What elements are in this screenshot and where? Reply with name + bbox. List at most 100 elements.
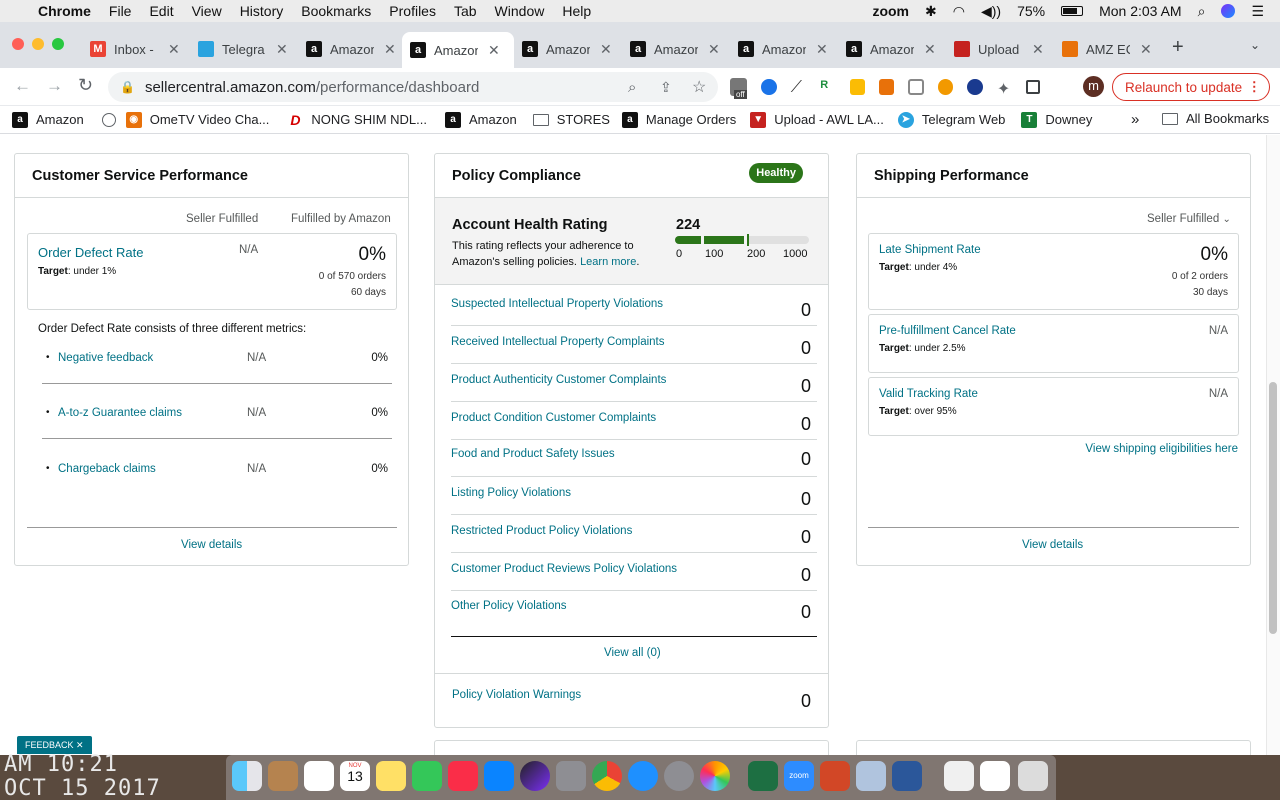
- bookmark-upload-awl[interactable]: ▼ Upload - AWL LA...: [750, 111, 884, 128]
- kebab-menu-icon[interactable]: ⋮: [1248, 79, 1262, 95]
- view-all-policy-link[interactable]: View all (0): [604, 647, 661, 659]
- system-preferences-icon[interactable]: [556, 761, 586, 791]
- bookmark-star-icon[interactable]: ☆: [692, 77, 706, 97]
- excel-icon[interactable]: [748, 761, 778, 791]
- close-icon[interactable]: ✕: [76, 740, 84, 750]
- zoom-app-icon[interactable]: zoom: [784, 761, 814, 791]
- profile-avatar[interactable]: m: [1083, 76, 1104, 97]
- tab-upload[interactable]: Upload ✕: [946, 34, 1054, 64]
- close-window-button[interactable]: [12, 38, 24, 50]
- tab-inbox-[interactable]: M Inbox - ✕: [82, 34, 190, 64]
- menu-file[interactable]: File: [109, 3, 132, 19]
- extension-icon-4[interactable]: R: [820, 79, 835, 95]
- new-tab-button[interactable]: +: [1172, 36, 1184, 59]
- chrome-icon[interactable]: [592, 761, 622, 791]
- policy-row[interactable]: Product Condition Customer Complaints 0: [451, 402, 817, 440]
- reload-icon[interactable]: ↻: [78, 75, 93, 96]
- tab-amazon[interactable]: a Amazon ✕: [730, 34, 838, 64]
- learn-more-link[interactable]: Learn more: [580, 256, 636, 268]
- shipping-eligibilities-link[interactable]: View shipping eligibilities here: [1085, 443, 1238, 455]
- tab-telegra[interactable]: Telegra ✕: [190, 34, 298, 64]
- photos-icon[interactable]: [700, 761, 730, 791]
- menu-history[interactable]: History: [240, 3, 284, 19]
- menu-bookmarks[interactable]: Bookmarks: [301, 3, 371, 19]
- siri-icon[interactable]: [1221, 4, 1236, 18]
- tab-amazon[interactable]: a Amazon ✕: [298, 34, 402, 64]
- tab-close-icon[interactable]: ✕: [708, 41, 720, 58]
- all-bookmarks[interactable]: All Bookmarks: [1162, 111, 1269, 126]
- image-file-icon[interactable]: [980, 761, 1010, 791]
- reminders-icon[interactable]: [304, 761, 334, 791]
- valid-tracking-rate-link[interactable]: Valid Tracking Rate: [879, 388, 978, 400]
- safari-icon[interactable]: [628, 761, 658, 791]
- policy-row[interactable]: Other Policy Violations 0: [451, 591, 817, 637]
- extension-icon-7[interactable]: [908, 79, 925, 95]
- menu-profiles[interactable]: Profiles: [389, 3, 436, 19]
- policy-violation-warnings-link[interactable]: Policy Violation Warnings: [452, 689, 581, 701]
- tab-close-icon[interactable]: ✕: [816, 41, 828, 58]
- tab-amz-ec[interactable]: AMZ EC ✕: [1054, 34, 1162, 64]
- finder-icon[interactable]: [232, 761, 262, 791]
- volume-icon[interactable]: ◀)): [981, 3, 1001, 20]
- order-defect-rate-link[interactable]: Order Defect Rate: [38, 245, 144, 260]
- menu-help[interactable]: Help: [562, 3, 591, 19]
- tab-close-icon[interactable]: ✕: [600, 41, 612, 58]
- menu-tab[interactable]: Tab: [454, 3, 477, 19]
- negative-feedback-link[interactable]: Negative feedback: [58, 352, 153, 364]
- customer-service-view-details-link[interactable]: View details: [181, 539, 242, 551]
- siri-dock-icon[interactable]: [520, 761, 550, 791]
- a-to-z-claims-link[interactable]: A-to-z Guarantee claims: [58, 407, 182, 419]
- zoom-status-label[interactable]: zoom: [872, 3, 909, 19]
- tab-close-icon[interactable]: ✕: [168, 41, 180, 58]
- wifi-icon[interactable]: ◠: [953, 3, 965, 20]
- tab-amazon[interactable]: a Amazon ✕: [838, 34, 946, 64]
- bookmark-globe[interactable]: [101, 112, 124, 127]
- late-shipment-rate-link[interactable]: Late Shipment Rate: [879, 244, 981, 256]
- extension-icon-6[interactable]: [879, 79, 895, 95]
- word-icon[interactable]: [892, 761, 922, 791]
- maximize-window-button[interactable]: [52, 38, 64, 50]
- bluetooth-icon[interactable]: ✱: [925, 3, 937, 20]
- documents-icon[interactable]: [944, 761, 974, 791]
- bookmark-amazon[interactable]: a Amazon: [12, 111, 84, 128]
- policy-row[interactable]: Received Intellectual Property Complaint…: [451, 326, 817, 364]
- menu-edit[interactable]: Edit: [149, 3, 173, 19]
- bookmark-downey[interactable]: T Downey: [1021, 111, 1092, 128]
- tab-close-icon[interactable]: ✕: [384, 41, 396, 58]
- bookmark-telegram-web[interactable]: ➤ Telegram Web: [897, 111, 1005, 128]
- relaunch-to-update-button[interactable]: Relaunch to update ⋮: [1112, 73, 1270, 101]
- tab-amazon[interactable]: a Amazon ✕: [622, 34, 730, 64]
- bookmark-nong-shim[interactable]: D NONG SHIM NDL...: [287, 111, 427, 128]
- music-icon[interactable]: [448, 761, 478, 791]
- bookmark-ometv[interactable]: ◉ OmeTV Video Cha...: [125, 111, 269, 128]
- extensions-puzzle-icon[interactable]: ✦: [997, 79, 1012, 98]
- shipping-view-details-link[interactable]: View details: [1022, 539, 1083, 551]
- tab-close-icon[interactable]: ✕: [1140, 41, 1152, 58]
- lock-icon[interactable]: 🔒: [120, 80, 135, 94]
- policy-row[interactable]: Restricted Product Policy Violations 0: [451, 515, 817, 553]
- policy-row[interactable]: Suspected Intellectual Property Violatio…: [451, 288, 817, 326]
- launchpad-icon[interactable]: [664, 761, 694, 791]
- policy-row[interactable]: Listing Policy Violations 0: [451, 477, 817, 515]
- extension-icon-9[interactable]: [967, 79, 983, 95]
- side-panel-icon[interactable]: [1026, 80, 1040, 94]
- contacts-icon[interactable]: [268, 761, 298, 791]
- calendar-icon[interactable]: NOV 13: [340, 761, 370, 791]
- clock[interactable]: Mon 2:03 AM: [1099, 3, 1182, 19]
- bookmark-stores[interactable]: STORES: [532, 112, 610, 127]
- address-bar[interactable]: 🔒 sellercentral.amazon.com /performance/…: [108, 72, 718, 102]
- tab-close-icon[interactable]: ✕: [924, 41, 936, 58]
- control-center-icon[interactable]: ☰: [1251, 3, 1264, 20]
- preview-icon[interactable]: [856, 761, 886, 791]
- battery-percent[interactable]: 75%: [1017, 3, 1045, 19]
- notes-icon[interactable]: [376, 761, 406, 791]
- bookmark-manage-orders[interactable]: a Manage Orders: [621, 111, 736, 128]
- menu-view[interactable]: View: [192, 3, 222, 19]
- extension-icon-1[interactable]: off: [730, 78, 748, 99]
- menu-app-name[interactable]: Chrome: [38, 3, 91, 19]
- facetime-icon[interactable]: [412, 761, 442, 791]
- extension-icon-2[interactable]: [761, 79, 777, 95]
- policy-row[interactable]: Product Authenticity Customer Complaints…: [451, 364, 817, 402]
- zoom-page-icon[interactable]: ⌕: [628, 79, 636, 96]
- spotlight-search-icon[interactable]: ⌕: [1198, 3, 1206, 20]
